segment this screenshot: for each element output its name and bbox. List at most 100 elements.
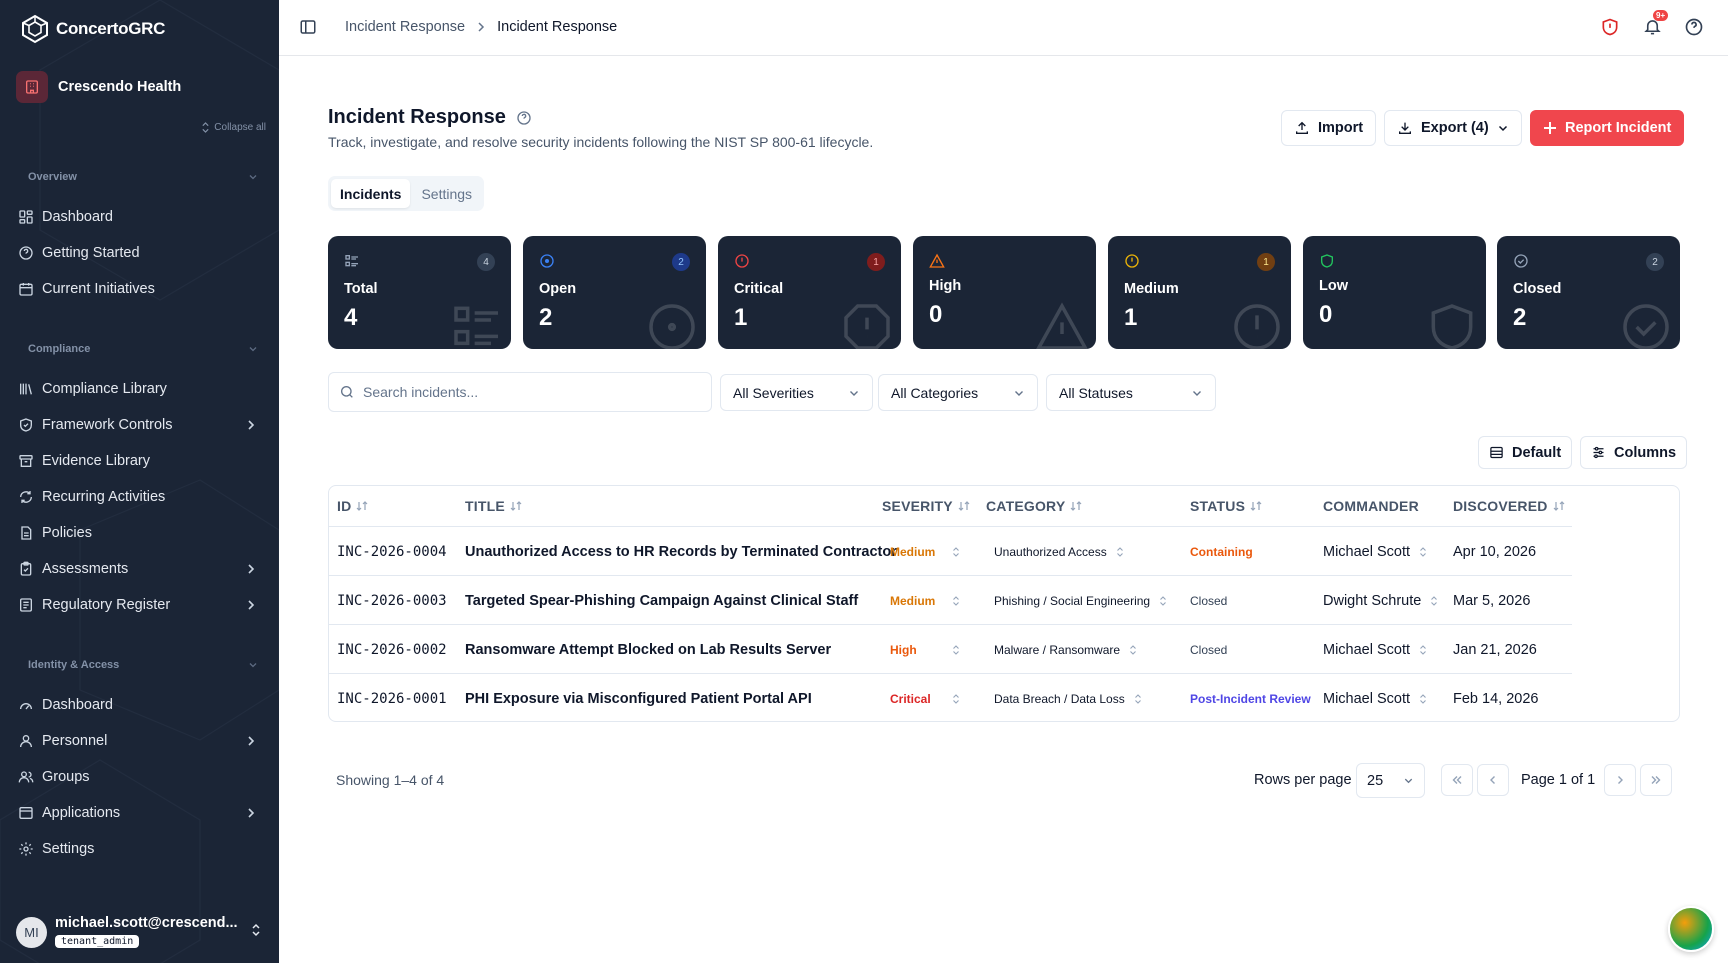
- category-cell[interactable]: Data Breach / Data Loss: [994, 674, 1143, 721]
- collapse-all-button[interactable]: Collapse all: [201, 122, 266, 133]
- chevrons-up-down-icon: [1420, 693, 1426, 704]
- export-button[interactable]: Export (4): [1384, 110, 1522, 146]
- user-menu[interactable]: MI michael.scott@crescend... tenant_admi…: [16, 915, 266, 949]
- incident-title[interactable]: PHI Exposure via Misconfigured Patient P…: [465, 674, 812, 721]
- alert-circle-icon: [1234, 304, 1280, 349]
- table-row[interactable]: INC-2026-0002 Ransomware Attempt Blocked …: [329, 624, 1572, 673]
- sidebar-item-recurring-activities[interactable]: Recurring Activities: [16, 483, 264, 511]
- sidebar-item-settings[interactable]: Settings: [16, 835, 264, 863]
- section-header-compliance[interactable]: Compliance: [28, 343, 258, 355]
- stat-card-open[interactable]: 2 Open 2: [523, 236, 706, 349]
- category-cell[interactable]: Unauthorized Access: [994, 527, 1125, 576]
- sidebar-item-evidence-library[interactable]: Evidence Library: [16, 447, 264, 475]
- sidebar-item-framework-controls[interactable]: Framework Controls: [16, 411, 264, 439]
- column-header-title[interactable]: TITLE: [465, 486, 523, 526]
- chevrons-up-down-icon: [202, 122, 209, 133]
- search-input[interactable]: Search incidents...: [328, 372, 712, 412]
- sidebar-item-dashboard[interactable]: Dashboard: [16, 203, 264, 231]
- download-icon: [1399, 122, 1411, 134]
- next-page-button[interactable]: [1604, 764, 1636, 796]
- status-value: Closed: [1190, 642, 1228, 657]
- column-header-discovered[interactable]: DISCOVERED: [1453, 486, 1566, 526]
- table-row[interactable]: INC-2026-0003 Targeted Spear-Phishing Cam…: [329, 575, 1572, 624]
- stat-card-high[interactable]: High 0: [913, 236, 1096, 349]
- commander-cell[interactable]: Michael Scott: [1323, 625, 1428, 674]
- columns-button[interactable]: Columns: [1580, 436, 1688, 469]
- notifications-button[interactable]: 9+: [1643, 10, 1669, 36]
- sidebar-item-groups[interactable]: Groups: [16, 763, 264, 791]
- status-filter[interactable]: All Statuses: [1046, 374, 1216, 411]
- alert-triangle-icon: [1036, 302, 1088, 349]
- chevrons-left-icon: [1452, 776, 1462, 784]
- last-page-button[interactable]: [1640, 764, 1672, 796]
- commander-cell[interactable]: Michael Scott: [1323, 674, 1428, 721]
- column-header-id[interactable]: ID: [337, 486, 369, 526]
- severity-cell[interactable]: High: [890, 625, 970, 674]
- section-header-overview[interactable]: Overview: [28, 171, 258, 183]
- sidebar-item-getting-started[interactable]: Getting Started: [16, 239, 264, 267]
- stat-card-closed[interactable]: 2 Closed 2: [1497, 236, 1680, 349]
- tab-incidents[interactable]: Incidents: [331, 179, 411, 208]
- report-incident-button[interactable]: Report Incident: [1530, 110, 1685, 146]
- severity-filter[interactable]: All Severities: [720, 374, 873, 411]
- sidebar-item-applications[interactable]: Applications: [16, 799, 264, 827]
- sidebar-item-current-initiatives[interactable]: Current Initiatives: [16, 275, 264, 303]
- import-button[interactable]: Import: [1281, 110, 1377, 146]
- brand-logo[interactable]: ConcertoGRC: [20, 14, 165, 44]
- previous-page-button[interactable]: [1477, 764, 1509, 796]
- stat-value: 0: [929, 301, 943, 328]
- breadcrumb-parent[interactable]: Incident Response: [345, 19, 465, 35]
- column-header-status[interactable]: STATUS: [1190, 486, 1263, 526]
- count-badge: 2: [672, 253, 690, 271]
- sidebar-item-compliance-library[interactable]: Compliance Library: [16, 375, 264, 403]
- shield-icon: [1431, 304, 1473, 349]
- incident-title[interactable]: Ransomware Attempt Blocked on Lab Result…: [465, 625, 831, 674]
- tab-settings[interactable]: Settings: [412, 179, 481, 208]
- severity-cell[interactable]: Medium: [890, 527, 970, 576]
- table-row[interactable]: INC-2026-0001 PHI Exposure via Misconfigu…: [329, 673, 1572, 721]
- security-alert-button[interactable]: [1600, 17, 1620, 37]
- sidebar-toggle-button[interactable]: [299, 18, 317, 36]
- commander-cell[interactable]: Michael Scott: [1323, 527, 1428, 576]
- sidebar-item-assessments[interactable]: Assessments: [16, 555, 264, 583]
- help-button[interactable]: [1684, 17, 1704, 37]
- commander-cell[interactable]: Dwight Schrute: [1323, 576, 1439, 625]
- tab-list: Incidents Settings: [328, 176, 485, 211]
- shield-icon: [1321, 254, 1333, 268]
- column-header-category[interactable]: CATEGORY: [986, 486, 1083, 526]
- severity-cell[interactable]: Critical: [890, 674, 970, 721]
- category-cell[interactable]: Malware / Ransomware: [994, 625, 1138, 674]
- category-filter[interactable]: All Categories: [878, 374, 1038, 411]
- sidebar-item-ia-dashboard[interactable]: Dashboard: [16, 691, 264, 719]
- sidebar-item-personnel[interactable]: Personnel: [16, 727, 264, 755]
- stat-card-critical[interactable]: 1 Critical 1: [718, 236, 901, 349]
- chevrons-up-down-icon: [1116, 546, 1123, 557]
- discovered-date: Mar 5, 2026: [1453, 592, 1531, 609]
- chevrons-up-down-icon: [953, 693, 959, 704]
- severity-cell[interactable]: Medium: [890, 576, 970, 625]
- column-header-severity[interactable]: SEVERITY: [882, 486, 971, 526]
- stat-card-total[interactable]: 4 Total 4: [328, 236, 511, 349]
- sidebar-item-regulatory-register[interactable]: Regulatory Register: [16, 591, 264, 619]
- shield-alert-icon: [1602, 18, 1618, 36]
- table-row[interactable]: INC-2026-0004 Unauthorized Access to HR R…: [329, 526, 1572, 575]
- first-page-button[interactable]: [1441, 764, 1473, 796]
- stat-label: Medium: [1124, 281, 1179, 297]
- incident-title[interactable]: Unauthorized Access to HR Records by Ter…: [465, 527, 897, 576]
- chevrons-up-down-icon: [1420, 546, 1426, 557]
- help-circle-icon[interactable]: [516, 110, 532, 126]
- incident-title[interactable]: Targeted Spear-Phishing Campaign Against…: [465, 576, 858, 625]
- tenant-switcher[interactable]: Crescendo Health: [16, 71, 181, 103]
- rows-per-page-select[interactable]: 25: [1356, 763, 1425, 798]
- category-cell[interactable]: Phishing / Social Engineering: [994, 576, 1168, 625]
- sidebar-item-policies[interactable]: Policies: [16, 519, 264, 547]
- stat-card-medium[interactable]: 1 Medium 1: [1108, 236, 1291, 349]
- section-header-identity-access[interactable]: Identity & Access: [28, 659, 258, 671]
- chevron-down-icon: [1193, 390, 1201, 396]
- default-view-button[interactable]: Default: [1478, 436, 1573, 469]
- file-text-icon: [16, 523, 36, 543]
- assistant-avatar-button[interactable]: [1668, 906, 1714, 952]
- topbar: Incident Response Incident Response 9+: [279, 0, 1728, 56]
- category-value: Phishing / Social Engineering: [994, 593, 1151, 608]
- stat-card-low[interactable]: Low 0: [1303, 236, 1486, 349]
